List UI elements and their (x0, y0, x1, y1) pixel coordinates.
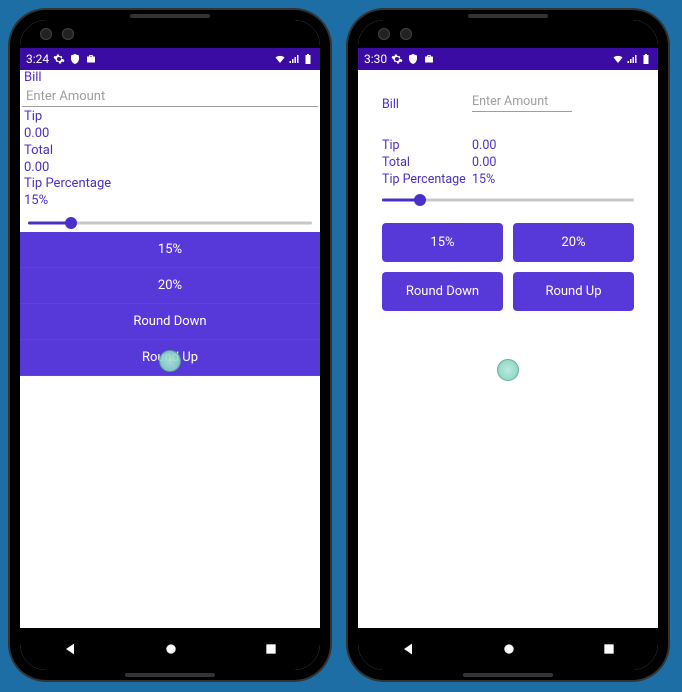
tip-value: 0.00 (472, 138, 496, 153)
phone-frame-left: 3:24 Bill Enter Amount Tip 0.00 Total 0.… (10, 10, 330, 680)
camera-dot (400, 28, 412, 40)
camera-dot (62, 28, 74, 40)
button-round-down[interactable]: Round Down (20, 304, 320, 340)
total-label: Total (20, 143, 320, 160)
tip-label: Tip (382, 138, 472, 153)
signal-icon (288, 53, 300, 65)
amount-input[interactable]: Enter Amount (22, 87, 318, 107)
camera-bar (358, 20, 658, 48)
phone-speaker (130, 14, 210, 18)
button-round-up[interactable]: Round Up (513, 272, 634, 311)
amount-input[interactable]: Enter Amount (472, 94, 572, 112)
touch-ripple-icon (159, 350, 181, 372)
tip-percentage-label: Tip Percentage (382, 172, 472, 187)
shield-icon (407, 53, 419, 65)
tip-percentage-value: 15% (20, 193, 320, 210)
total-value: 0.00 (472, 155, 496, 170)
tip-percentage-label: Tip Percentage (20, 176, 320, 193)
touch-ripple-icon (497, 359, 519, 381)
phone-speaker (468, 14, 548, 18)
tip-slider[interactable] (28, 216, 312, 230)
nav-back-icon[interactable] (400, 641, 416, 657)
briefcase-icon (85, 53, 97, 65)
button-15pct[interactable]: 15% (382, 223, 503, 262)
battery-icon (640, 53, 652, 65)
shield-icon (69, 53, 81, 65)
gear-icon (391, 53, 403, 65)
status-bar: 3:30 (358, 48, 658, 70)
tip-percentage-value: 15% (472, 172, 495, 187)
button-round-up[interactable]: Round Up (20, 340, 320, 376)
app-content: Bill Enter Amount Tip 0.00 Total 0.00 Ti… (20, 70, 320, 628)
camera-dot (40, 28, 52, 40)
bill-label: Bill (20, 70, 320, 87)
signal-icon (626, 53, 638, 65)
nav-recent-icon[interactable] (602, 642, 616, 656)
phone-speaker-bottom (463, 673, 553, 677)
camera-dot (378, 28, 390, 40)
app-content: Bill Enter Amount Tip 0.00 Total 0.00 Ti… (358, 70, 658, 628)
bill-label: Bill (382, 97, 472, 112)
briefcase-icon (423, 53, 435, 65)
tip-label: Tip (20, 109, 320, 126)
button-20pct[interactable]: 20% (513, 223, 634, 262)
status-bar: 3:24 (20, 48, 320, 70)
button-20pct[interactable]: 20% (20, 268, 320, 304)
tip-value: 0.00 (20, 126, 320, 143)
nav-bar (358, 628, 658, 670)
nav-home-icon[interactable] (501, 641, 517, 657)
phone-frame-right: 3:30 Bill Enter Amount Tip 0.00 Total (348, 10, 668, 680)
total-value: 0.00 (20, 160, 320, 177)
total-label: Total (382, 155, 472, 170)
button-15pct[interactable]: 15% (20, 232, 320, 268)
nav-bar (20, 628, 320, 670)
gear-icon (53, 53, 65, 65)
tip-slider[interactable] (382, 193, 634, 207)
camera-bar (20, 20, 320, 48)
status-time: 3:24 (26, 52, 49, 66)
button-round-down[interactable]: Round Down (382, 272, 503, 311)
phone-speaker-bottom (125, 673, 215, 677)
nav-home-icon[interactable] (163, 641, 179, 657)
wifi-icon (612, 53, 624, 65)
nav-recent-icon[interactable] (264, 642, 278, 656)
status-time: 3:30 (364, 52, 387, 66)
wifi-icon (274, 53, 286, 65)
nav-back-icon[interactable] (62, 641, 78, 657)
battery-icon (302, 53, 314, 65)
